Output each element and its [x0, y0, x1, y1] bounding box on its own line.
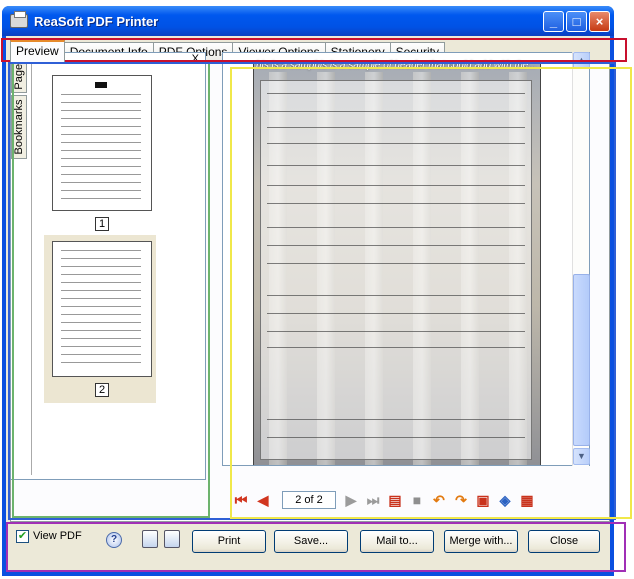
page-thumbnail-2[interactable]: [52, 241, 152, 377]
tab-bookmarks-label: Bookmarks: [13, 99, 25, 155]
maximize-button[interactable]: □: [566, 11, 587, 32]
printer-icon: [10, 11, 28, 28]
window-title: ReaSoft PDF Printer: [34, 14, 159, 29]
page-navigation-toolbar: ⏮ ◀ 2 of 2 ▶ ⏭ ▤ ■ ↶ ↷ ▣ ◈ ▦: [232, 488, 568, 512]
insert-page-icon[interactable]: ▣: [474, 491, 492, 509]
view-pdf-label: View PDF: [33, 530, 82, 542]
tab-pages-label: Pages: [13, 58, 25, 90]
page-number-2: 2: [95, 383, 109, 397]
first-page-icon[interactable]: ⏮: [232, 491, 250, 509]
page-thumbnail-1[interactable]: [52, 75, 152, 211]
mail-to-button[interactable]: Mail to...: [360, 530, 434, 553]
scroll-up-button[interactable]: ▲: [573, 52, 590, 69]
minimize-button[interactable]: _: [543, 11, 564, 32]
scroll-down-button[interactable]: ▼: [573, 448, 590, 465]
tab-preview[interactable]: Preview: [10, 40, 65, 62]
tab-bookmarks[interactable]: Bookmarks: [11, 95, 27, 159]
view-pdf-checkbox[interactable]: ✔: [16, 530, 29, 543]
thumbnail-emblem: [95, 82, 107, 88]
scroll-thumb[interactable]: [573, 274, 590, 446]
delete-page-icon[interactable]: ▤: [386, 491, 404, 509]
page-indicator[interactable]: 2 of 2: [282, 491, 336, 509]
document-settings-icon[interactable]: [142, 530, 158, 548]
print-button[interactable]: Print: [192, 530, 266, 553]
thumbnail-list: 1 2: [31, 61, 201, 475]
next-page-icon[interactable]: ▶: [342, 491, 360, 509]
remove-page-icon[interactable]: ▦: [518, 491, 536, 509]
close-button[interactable]: Close: [528, 530, 600, 553]
merge-with-button[interactable]: Merge with...: [444, 530, 518, 553]
page-gray-icon[interactable]: ■: [408, 491, 426, 509]
page-background-photo: his is a samphis is a sample of header t…: [253, 60, 541, 465]
rotate-right-icon[interactable]: ↷: [452, 491, 470, 509]
save-button[interactable]: Save...: [274, 530, 348, 553]
page-header-text: his is a samphis is a sample of header t…: [256, 60, 537, 71]
thumbnail-sidebar: Pages Bookmarks X 1 2: [10, 52, 206, 480]
page-properties-icon[interactable]: ◈: [496, 491, 514, 509]
rotate-left-icon[interactable]: ↶: [430, 491, 448, 509]
printer-settings-icon[interactable]: [164, 530, 180, 548]
last-page-icon[interactable]: ⏭: [364, 491, 382, 509]
preview-vertical-scrollbar[interactable]: ▲ ▼: [572, 52, 590, 466]
help-icon[interactable]: ?: [106, 532, 122, 548]
title-bar[interactable]: ReaSoft PDF Printer _ □ ×: [2, 6, 614, 36]
page-number-1: 1: [95, 217, 109, 231]
previous-page-icon[interactable]: ◀: [254, 491, 272, 509]
close-window-button[interactable]: ×: [589, 11, 610, 32]
page-preview[interactable]: his is a samphis is a sample of header t…: [222, 52, 590, 466]
visa-form-page: [260, 80, 532, 460]
